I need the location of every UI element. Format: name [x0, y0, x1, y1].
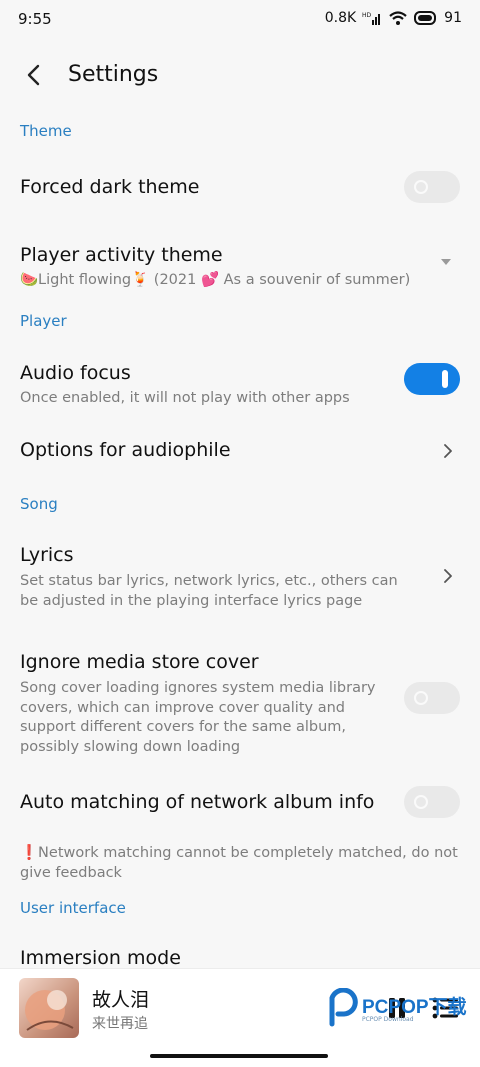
setting-title: Options for audiophile — [20, 439, 231, 461]
forced-dark-toggle[interactable] — [404, 171, 460, 203]
song-title: 故人泪 — [92, 989, 150, 1011]
watermark: PCPOP下载 PCPOP Download — [326, 984, 476, 1044]
app-header: Settings — [0, 48, 480, 104]
now-playing-bar[interactable]: 故人泪 来世再追 PCPOP下载 PCPOP Download — [0, 968, 480, 1067]
signal-icon: HD — [362, 12, 381, 25]
album-art-image — [25, 990, 74, 1031]
setting-lyrics[interactable]: Lyrics Set status bar lyrics, network ly… — [0, 535, 480, 615]
home-indicator[interactable] — [150, 1054, 328, 1058]
setting-title: Audio focus — [20, 362, 131, 384]
setting-immersion[interactable]: Immersion mode — [20, 947, 181, 969]
ignore-cover-toggle[interactable] — [404, 682, 460, 714]
setting-subtitle: Set status bar lyrics, network lyrics, e… — [20, 573, 398, 609]
section-header-theme: Theme — [20, 122, 72, 140]
setting-ignore-cover[interactable]: Ignore media store cover Song cover load… — [0, 642, 480, 762]
wifi-icon — [389, 11, 407, 25]
pcpop-logo-icon — [329, 988, 358, 1027]
auto-album-toggle[interactable] — [404, 786, 460, 818]
setting-audiophile[interactable]: Options for audiophile — [0, 428, 480, 474]
network-note: ❗Network matching cannot be completely m… — [20, 845, 458, 881]
battery-level: 91 — [444, 10, 462, 26]
setting-auto-album[interactable]: Auto matching of network album info — [0, 782, 480, 822]
setting-subtitle: Song cover loading ignores system media … — [20, 680, 376, 755]
section-header-ui: User interface — [20, 899, 126, 917]
chevron-right-icon — [444, 444, 452, 458]
setting-title: Lyrics — [20, 544, 74, 566]
status-indicators: 0.8K HD 91 — [325, 10, 462, 26]
album-cover[interactable] — [19, 978, 79, 1038]
setting-forced-dark[interactable]: Forced dark theme — [0, 160, 480, 216]
setting-player-theme[interactable]: Player activity theme 🍉Light flowing🍹 (2… — [0, 236, 480, 300]
watermark-brand: PCPOP下载 — [362, 997, 467, 1018]
section-header-player: Player — [20, 312, 67, 330]
back-arrow-icon[interactable] — [22, 62, 48, 88]
battery-icon — [414, 11, 437, 25]
setting-title: Player activity theme — [20, 244, 223, 266]
setting-audio-focus[interactable]: Audio focus Once enabled, it will not pl… — [0, 352, 480, 412]
status-bar: 9:55 0.8K HD 91 — [0, 0, 480, 40]
setting-title: Ignore media store cover — [20, 651, 259, 673]
song-artist: 来世再追 — [92, 1016, 148, 1032]
status-time: 9:55 — [18, 10, 52, 28]
net-speed: 0.8K — [324, 10, 357, 26]
audio-focus-toggle[interactable] — [404, 363, 460, 395]
svg-text:HD: HD — [362, 12, 372, 19]
section-header-song: Song — [20, 495, 58, 513]
chevron-right-icon — [444, 569, 452, 583]
watermark-sub: PCPOP Download — [362, 1016, 414, 1023]
setting-subtitle: Once enabled, it will not play with othe… — [20, 390, 350, 406]
setting-title: Auto matching of network album info — [20, 791, 375, 813]
dropdown-arrow-icon[interactable] — [440, 258, 452, 266]
setting-title: Forced dark theme — [20, 176, 200, 198]
page-title: Settings — [68, 62, 159, 87]
player-theme-value: 🍉Light flowing🍹 (2021 💕 As a souvenir of… — [20, 272, 411, 288]
